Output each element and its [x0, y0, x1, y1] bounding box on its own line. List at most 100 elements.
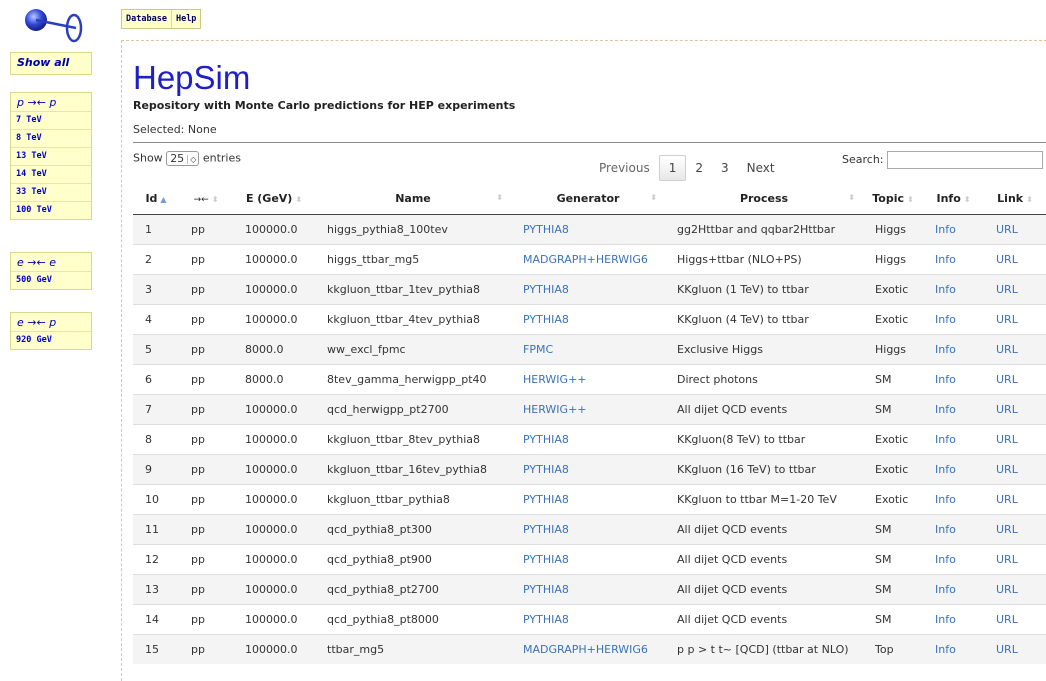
cell-topic-text: SM — [875, 523, 892, 536]
cell-process: KKgluon (16 TeV) to ttbar — [665, 454, 863, 485]
sidebar-item-7tev[interactable]: 7 TeV — [11, 111, 91, 129]
col-header-collision[interactable]: →← ⬍ — [179, 182, 233, 215]
col-header-process[interactable]: Process ⬍ — [665, 182, 863, 215]
generator-link[interactable]: PYTHIA8 — [523, 283, 569, 296]
info-link[interactable]: Info — [935, 493, 956, 506]
cell-collision-text: pp — [191, 283, 205, 296]
cell-process-text: Exclusive Higgs — [677, 343, 763, 356]
url-link[interactable]: URL — [996, 253, 1018, 266]
info-link[interactable]: Info — [935, 343, 956, 356]
menu-database[interactable]: Database — [122, 10, 172, 28]
sidebar-item-13tev[interactable]: 13 TeV — [11, 147, 91, 165]
url-link[interactable]: URL — [996, 343, 1018, 356]
sidebar-item-14tev[interactable]: 14 TeV — [11, 165, 91, 183]
url-link[interactable]: URL — [996, 643, 1018, 656]
cell-name-text: 8tev_gamma_herwigpp_pt40 — [327, 373, 487, 386]
generator-link[interactable]: PYTHIA8 — [523, 613, 569, 626]
page-2-button[interactable]: 2 — [686, 156, 712, 180]
generator-link[interactable]: MADGRAPH+HERWIG6 — [523, 643, 648, 656]
generator-link[interactable]: PYTHIA8 — [523, 553, 569, 566]
col-header-info[interactable]: Info ⬍ — [923, 182, 984, 215]
url-link[interactable]: URL — [996, 313, 1018, 326]
info-link[interactable]: Info — [935, 523, 956, 536]
sidebar-item-500gev[interactable]: 500 GeV — [11, 271, 91, 289]
info-link[interactable]: Info — [935, 313, 956, 326]
entries-select-value: 25 — [170, 152, 185, 165]
cell-link: URL — [984, 574, 1046, 605]
next-button[interactable]: Next — [738, 156, 784, 180]
cell-id-text: 12 — [145, 553, 159, 566]
info-link[interactable]: Info — [935, 373, 956, 386]
url-link[interactable]: URL — [996, 493, 1018, 506]
url-link[interactable]: URL — [996, 553, 1018, 566]
cell-topic-text: Higgs — [875, 343, 907, 356]
cell-generator: PYTHIA8 — [511, 214, 665, 245]
cell-name: qcd_pythia8_pt2700 — [315, 574, 511, 605]
url-link[interactable]: URL — [996, 283, 1018, 296]
generator-link[interactable]: HERWIG++ — [523, 373, 587, 386]
show-label: Show — [133, 151, 163, 165]
generator-link[interactable]: PYTHIA8 — [523, 223, 569, 236]
page-subtitle: Repository with Monte Carlo predictions … — [133, 99, 516, 112]
info-link[interactable]: Info — [935, 463, 956, 476]
cell-name: qcd_pythia8_pt8000 — [315, 604, 511, 635]
url-link[interactable]: URL — [996, 403, 1018, 416]
url-link[interactable]: URL — [996, 613, 1018, 626]
cell-energy-text: 100000.0 — [245, 283, 298, 296]
sidebar-item-8tev[interactable]: 8 TeV — [11, 129, 91, 147]
url-link[interactable]: URL — [996, 583, 1018, 596]
generator-link[interactable]: PYTHIA8 — [523, 463, 569, 476]
cell-name: ttbar_mg5 — [315, 634, 511, 664]
url-link[interactable]: URL — [996, 523, 1018, 536]
menu-help[interactable]: Help — [172, 10, 200, 28]
info-link[interactable]: Info — [935, 433, 956, 446]
url-link[interactable]: URL — [996, 223, 1018, 236]
search-input[interactable] — [886, 151, 1043, 169]
info-link[interactable]: Info — [935, 253, 956, 266]
info-link[interactable]: Info — [935, 553, 956, 566]
cell-process-text: KKgluon (1 TeV) to ttbar — [677, 283, 809, 296]
cell-id-text: 10 — [145, 493, 159, 506]
cell-process: Higgs+ttbar (NLO+PS) — [665, 244, 863, 275]
info-link[interactable]: Info — [935, 403, 956, 416]
col-header-name[interactable]: Name ⬍ — [315, 182, 511, 215]
cell-process-text: KKgluon (16 TeV) to ttbar — [677, 463, 816, 476]
show-all-link[interactable]: Show all — [11, 53, 91, 71]
generator-link[interactable]: PYTHIA8 — [523, 313, 569, 326]
collider-logo-icon[interactable] — [22, 2, 84, 44]
sidebar-item-920gev[interactable]: 920 GeV — [11, 331, 91, 349]
cell-collision: pp — [179, 244, 233, 275]
info-link[interactable]: Info — [935, 583, 956, 596]
col-header-energy[interactable]: E (GeV) ⬍ — [233, 182, 315, 215]
generator-link[interactable]: MADGRAPH+HERWIG6 — [523, 253, 648, 266]
col-header-id[interactable]: Id ▲ — [133, 182, 179, 215]
page-1-button[interactable]: 1 — [658, 155, 687, 181]
generator-link[interactable]: PYTHIA8 — [523, 523, 569, 536]
generator-link[interactable]: HERWIG++ — [523, 403, 587, 416]
cell-collision-text: pp — [191, 523, 205, 536]
col-header-link[interactable]: Link ⬍ — [984, 182, 1046, 215]
cell-topic-text: Exotic — [875, 463, 909, 476]
info-link[interactable]: Info — [935, 613, 956, 626]
generator-link[interactable]: FPMC — [523, 343, 553, 356]
previous-button[interactable]: Previous — [590, 156, 659, 180]
col-header-topic[interactable]: Topic ⬍ — [863, 182, 923, 215]
col-header-generator[interactable]: Generator ⬍ — [511, 182, 665, 215]
url-link[interactable]: URL — [996, 433, 1018, 446]
info-link[interactable]: Info — [935, 223, 956, 236]
sidebar-item-100tev[interactable]: 100 TeV — [11, 201, 91, 219]
cell-process-text: Direct photons — [677, 373, 758, 386]
generator-link[interactable]: PYTHIA8 — [523, 583, 569, 596]
generator-link[interactable]: PYTHIA8 — [523, 493, 569, 506]
page-3-button[interactable]: 3 — [712, 156, 738, 180]
entries-select[interactable]: 25 ◇ — [166, 151, 200, 166]
cell-energy: 100000.0 — [233, 214, 315, 245]
info-link[interactable]: Info — [935, 283, 956, 296]
generator-link[interactable]: PYTHIA8 — [523, 433, 569, 446]
sidebar-item-33tev[interactable]: 33 TeV — [11, 183, 91, 201]
cell-link: URL — [984, 424, 1046, 455]
url-link[interactable]: URL — [996, 373, 1018, 386]
url-link[interactable]: URL — [996, 463, 1018, 476]
table-row: 12 pp 100000.0 qcd_pythia8_pt900 PYTHIA8 All … — [133, 544, 1046, 575]
info-link[interactable]: Info — [935, 643, 956, 656]
